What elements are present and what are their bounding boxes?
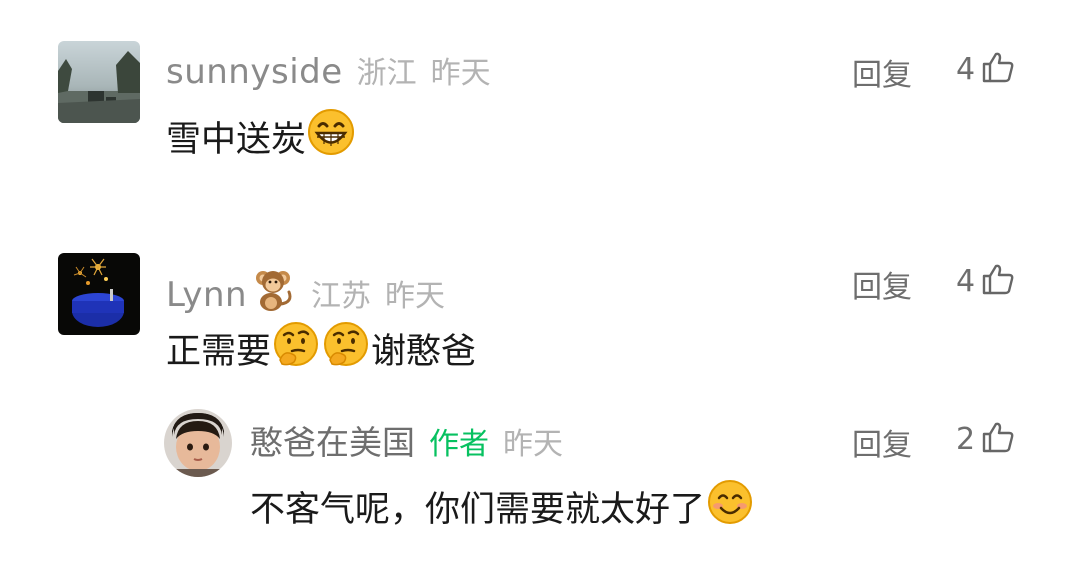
reply-button[interactable]: 回复: [852, 50, 912, 94]
avatar[interactable]: [58, 41, 140, 123]
reply-meta: 憨爸在美国 作者 昨天: [250, 416, 563, 464]
avatar[interactable]: [58, 253, 140, 335]
timestamp: 昨天: [430, 56, 491, 91]
like-button[interactable]: 2: [956, 420, 1015, 458]
comment-meta: sunnyside 浙江 昨天: [166, 48, 491, 92]
reply-item: 憨爸在美国 作者 昨天 不客气呢，你们需要就太好了 回复 2: [0, 400, 1080, 561]
like-count: 2: [956, 421, 976, 457]
location: 江苏: [311, 279, 372, 314]
reply-text-part: 不客气呢，你们需要就太好了: [250, 490, 706, 530]
comment-text: 正需要 谢憨爸: [166, 320, 476, 377]
username[interactable]: sunnyside: [166, 52, 343, 92]
like-button[interactable]: 4: [956, 262, 1015, 300]
username[interactable]: Lynn: [166, 275, 247, 315]
author-badge: 作者: [429, 427, 489, 462]
thinking-face-emoji: [322, 320, 370, 377]
like-count: 4: [956, 263, 976, 299]
thumbs-up-icon: [981, 50, 1015, 88]
thumbs-up-icon: [981, 262, 1015, 300]
reply-button[interactable]: 回复: [852, 262, 912, 306]
thumbs-up-icon: [981, 420, 1015, 458]
grinning-face-emoji: [307, 108, 355, 165]
comment-text-part: 正需要: [166, 332, 272, 372]
reply-text: 不客气呢，你们需要就太好了: [250, 478, 755, 535]
comment-section: sunnyside 浙江 昨天 雪中送炭 回复 4 Lynn 江苏 昨天 正需要…: [0, 0, 1080, 561]
thinking-face-emoji: [272, 320, 320, 377]
comment-item: Lynn 江苏 昨天 正需要 谢憨爸 回复 4 憨爸在美国 作者 昨天 不客气呢…: [0, 200, 1080, 561]
comment-text-part: 谢憨爸: [371, 332, 477, 372]
reply-button[interactable]: 回复: [852, 420, 912, 464]
author-username[interactable]: 憨爸在美国: [250, 416, 415, 464]
comment-text: 雪中送炭: [166, 108, 356, 165]
location: 浙江: [356, 56, 417, 91]
timestamp: 昨天: [385, 279, 446, 314]
smiling-face-emoji: [706, 478, 754, 535]
like-button[interactable]: 4: [956, 50, 1015, 88]
like-count: 4: [956, 51, 976, 87]
comment-item: sunnyside 浙江 昨天 雪中送炭 回复 4: [0, 0, 1080, 200]
monkey-badge-icon: [251, 266, 297, 316]
timestamp: 昨天: [503, 427, 563, 462]
comment-meta: Lynn 江苏 昨天: [166, 260, 445, 315]
author-avatar[interactable]: [164, 409, 232, 477]
comment-text-part: 雪中送炭: [166, 120, 307, 160]
